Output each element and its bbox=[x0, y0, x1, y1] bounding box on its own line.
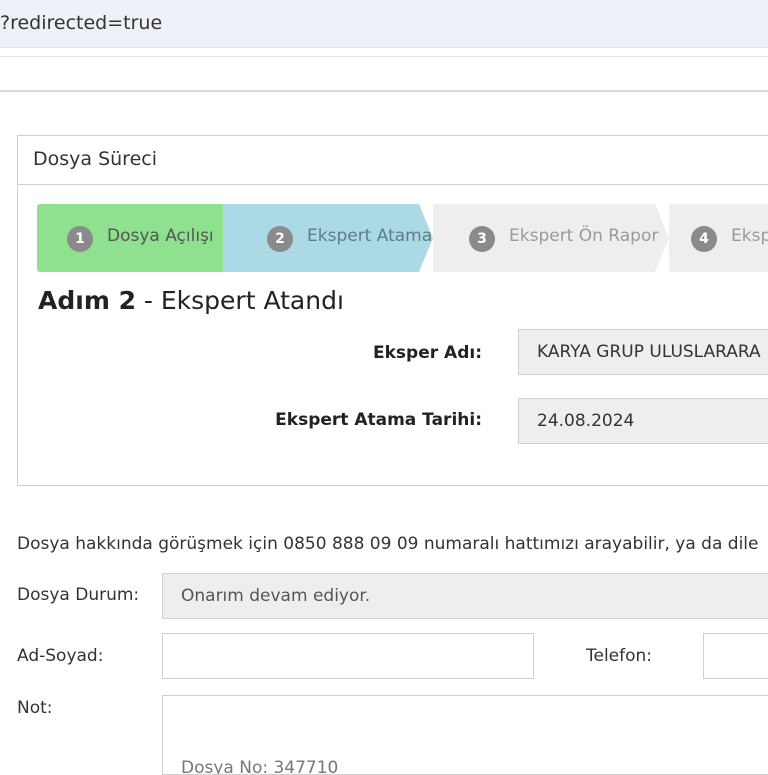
step-4[interactable]: 4 Eksper bbox=[669, 204, 768, 272]
step-1[interactable]: 1 Dosya Açılışı bbox=[37, 204, 237, 272]
step-number-badge: 1 bbox=[67, 226, 93, 252]
step-number-badge: 4 bbox=[691, 226, 717, 252]
step-number-badge: 2 bbox=[267, 226, 293, 252]
name-input[interactable] bbox=[162, 633, 534, 679]
expert-name-field: KARYA GRUP ULUSLARARA bbox=[518, 329, 768, 375]
address-url-text[interactable]: ?redirected=true bbox=[0, 12, 162, 34]
panel-header: Dosya Süreci bbox=[18, 136, 768, 185]
status-label: Dosya Durum: bbox=[17, 585, 140, 605]
phone-label: Telefon: bbox=[586, 646, 653, 666]
step-label: Eksper bbox=[731, 226, 768, 246]
panel-title: Dosya Süreci bbox=[33, 148, 157, 170]
divider bbox=[0, 56, 768, 57]
divider bbox=[0, 90, 768, 92]
step-heading-text: - Ekspert Atandı bbox=[135, 286, 344, 315]
step-3[interactable]: 3 Ekspert Ön Rapor bbox=[433, 204, 669, 272]
step-label: Dosya Açılışı bbox=[107, 226, 214, 246]
step-label: Ekspert Atama bbox=[307, 226, 433, 246]
name-label: Ad-Soyad: bbox=[17, 646, 104, 666]
phone-input[interactable] bbox=[703, 633, 768, 679]
status-field: Onarım devam ediyor. bbox=[162, 573, 768, 619]
step-heading-number: Adım 2 bbox=[38, 286, 136, 315]
file-process-panel: Dosya Süreci 1 Dosya Açılışı 2 Ekspert A… bbox=[17, 135, 768, 486]
step-label: Ekspert Ön Rapor bbox=[509, 226, 659, 246]
expert-name-label: Eksper Adı: bbox=[373, 343, 482, 363]
progress-steps: 1 Dosya Açılışı 2 Ekspert Atama 3 Eksper… bbox=[37, 204, 768, 272]
expert-date-label: Ekspert Atama Tarihi: bbox=[275, 410, 482, 430]
note-label: Not: bbox=[17, 698, 53, 718]
step-number-badge: 3 bbox=[469, 226, 495, 252]
note-textarea[interactable]: Dosya No: 347710 bbox=[162, 695, 768, 775]
note-content: Dosya No: 347710 bbox=[181, 758, 339, 775]
contact-info-text: Dosya hakkında görüşmek için 0850 888 09… bbox=[17, 534, 759, 554]
step-heading: Adım 2 - Ekspert Atandı bbox=[38, 286, 344, 315]
browser-address-bar[interactable]: ?redirected=true bbox=[0, 0, 768, 48]
expert-date-field: 24.08.2024 bbox=[518, 398, 768, 444]
step-2[interactable]: 2 Ekspert Atama bbox=[223, 204, 433, 272]
